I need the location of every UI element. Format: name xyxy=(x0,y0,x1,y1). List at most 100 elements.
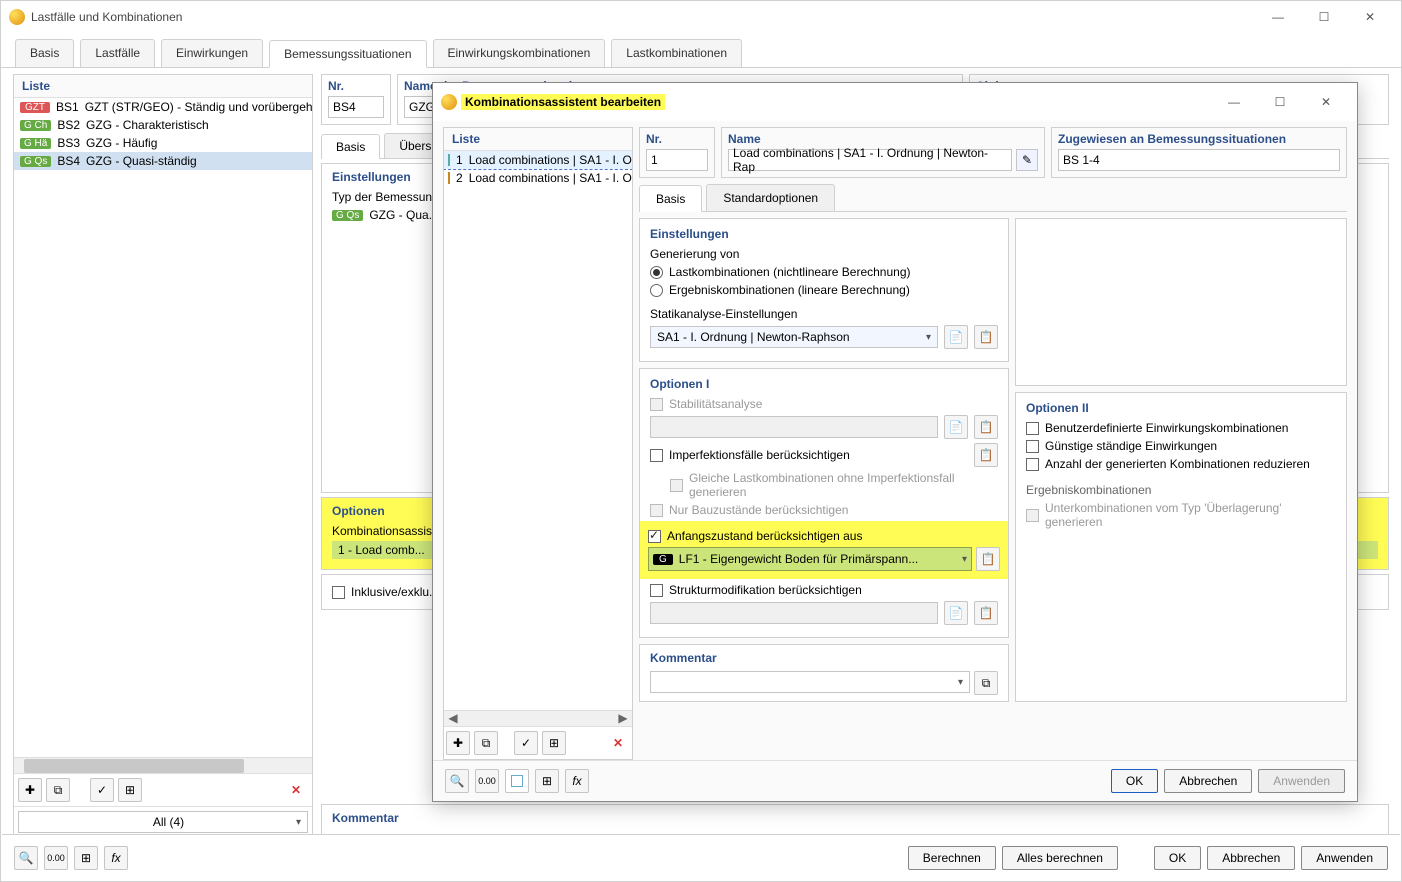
dlg-units-button[interactable]: 0.00 xyxy=(475,769,499,793)
list-h-scrollbar[interactable] xyxy=(14,757,312,773)
struktur-row[interactable]: Strukturmodifikation berücksichtigen xyxy=(650,583,998,597)
dialog-list-row-2[interactable]: 2 Load combinations | SA1 - I. Ord... xyxy=(444,169,632,187)
anzahl-row[interactable]: Anzahl der generierten Kombinationen red… xyxy=(1026,457,1336,471)
dialog-list-row-1[interactable]: 1 Load combinations | SA1 - I. Ord... xyxy=(444,151,632,169)
help-button[interactable]: 🔍 xyxy=(14,846,38,870)
dlg-fx-button[interactable]: fx xyxy=(565,769,589,793)
scroll-right-icon[interactable]: ▶ xyxy=(616,711,630,725)
abbrechen-button-main[interactable]: Abbrechen xyxy=(1207,846,1295,870)
list-row-bs2[interactable]: G Ch BS2 GZG - Charakteristisch xyxy=(14,116,312,134)
dlg-new-button[interactable]: ✚ xyxy=(446,731,470,755)
radio-ek-row[interactable]: Ergebniskombinationen (lineare Berechnun… xyxy=(650,283,998,297)
dlg-help-button[interactable]: 🔍 xyxy=(445,769,469,793)
dialog-title-bar: Kombinationsassistent bearbeiten — ☐ ✕ xyxy=(433,83,1357,121)
alles-berechnen-button[interactable]: Alles berechnen xyxy=(1002,846,1118,870)
list-row-bs3[interactable]: G Hä BS3 GZG - Häufig xyxy=(14,134,312,152)
kommentar-edit-button[interactable]: ⧉ xyxy=(974,671,998,695)
radio-ek[interactable] xyxy=(650,284,663,297)
stab-new-button[interactable]: 📄 xyxy=(944,415,968,439)
dlg-cancel-button[interactable]: Abbrechen xyxy=(1164,769,1252,793)
list-row-bs1[interactable]: GZT BS1 GZT (STR/GEO) - Ständig und vorü… xyxy=(14,98,312,116)
struktur-edit-button[interactable]: 📋 xyxy=(974,601,998,625)
ok-button-main[interactable]: OK xyxy=(1154,846,1201,870)
kommentar-combo[interactable]: ▾ xyxy=(650,671,970,693)
anzahl-checkbox[interactable] xyxy=(1026,458,1039,471)
row-text: GZG - Häufig xyxy=(86,136,157,150)
name-edit-button[interactable]: ✎ xyxy=(1016,149,1038,171)
nr-input[interactable]: BS4 xyxy=(328,96,384,118)
window-title: Lastfälle und Kombinationen xyxy=(31,10,182,24)
imperf-row[interactable]: Imperfektionsfälle berücksichtigen 📋 xyxy=(650,443,998,467)
maximize-button[interactable]: ☐ xyxy=(1301,2,1347,32)
stab-edit-button[interactable]: 📋 xyxy=(974,415,998,439)
tab-lastkombinationen[interactable]: Lastkombinationen xyxy=(611,39,742,67)
list-body[interactable]: GZT BS1 GZT (STR/GEO) - Ständig und vorü… xyxy=(14,98,312,757)
minimize-button[interactable]: — xyxy=(1255,2,1301,32)
dialog-list-scroll[interactable]: ◀ ▶ xyxy=(444,710,632,726)
dlg-struct-button-2[interactable]: ⊞ xyxy=(535,769,559,793)
close-button[interactable]: ✕ xyxy=(1347,2,1393,32)
dlg-ok-button[interactable]: OK xyxy=(1111,769,1158,793)
dlg-copy-button[interactable]: ⧉ xyxy=(474,731,498,755)
dialog-minimize-button[interactable]: — xyxy=(1211,87,1257,117)
tool-button-1[interactable]: ⊞ xyxy=(74,846,98,870)
dlg-struct-button[interactable]: ⊞ xyxy=(542,731,566,755)
dlg-tab-basis[interactable]: Basis xyxy=(639,185,702,212)
anfang-edit-button[interactable]: 📋 xyxy=(976,547,1000,571)
anfang-checkbox[interactable] xyxy=(648,530,661,543)
new-button[interactable]: ✚ xyxy=(18,778,42,802)
tab-basis[interactable]: Basis xyxy=(15,39,74,67)
dlg-nr-input[interactable]: 1 xyxy=(646,149,708,171)
berechnen-button[interactable]: Berechnen xyxy=(908,846,996,870)
tab-bemessungssituationen[interactable]: Bemessungssituationen xyxy=(269,40,426,68)
dialog-list-body[interactable]: 1 Load combinations | SA1 - I. Ord... 2 … xyxy=(444,151,632,710)
tab-einwirkungen[interactable]: Einwirkungen xyxy=(161,39,263,67)
radio-lk[interactable] xyxy=(650,266,663,279)
struktur-label: Strukturmodifikation berücksichtigen xyxy=(669,583,862,597)
dlg-apply-button[interactable]: Anwenden xyxy=(1258,769,1345,793)
statik-edit-button[interactable]: 📋 xyxy=(974,325,998,349)
edit-icon: 📋 xyxy=(979,448,994,462)
delete-button[interactable]: ✕ xyxy=(284,778,308,802)
dlg-color-button[interactable] xyxy=(505,769,529,793)
anfang-combo[interactable]: G LF1 - Eigengewicht Boden für Primärspa… xyxy=(648,547,972,571)
tab-einwirkungskombinationen[interactable]: Einwirkungskombinationen xyxy=(433,39,606,67)
tab-lastfaelle[interactable]: Lastfälle xyxy=(80,39,155,67)
dlg-check-button[interactable]: ✓ xyxy=(514,731,538,755)
scroll-left-icon[interactable]: ◀ xyxy=(446,711,460,725)
fx-icon: fx xyxy=(572,774,581,788)
dialog-maximize-button[interactable]: ☐ xyxy=(1257,87,1303,117)
check-all-button[interactable]: ✓ xyxy=(90,778,114,802)
statik-combo[interactable]: SA1 - I. Ordnung | Newton-Raphson ▾ xyxy=(650,326,938,348)
struktur-checkbox[interactable] xyxy=(650,584,663,597)
benutzer-row[interactable]: Benutzerdefinierte Einwirkungskombinatio… xyxy=(1026,421,1336,435)
dlg-tab-standard[interactable]: Standardoptionen xyxy=(706,184,835,211)
imperf-edit-button[interactable]: 📋 xyxy=(974,443,998,467)
inklusive-checkbox[interactable] xyxy=(332,586,345,599)
radio-lk-row[interactable]: Lastkombinationen (nichtlineare Berechnu… xyxy=(650,265,998,279)
units-button[interactable]: 0.00 xyxy=(44,846,68,870)
struct-icon: ⊞ xyxy=(542,774,552,788)
tool-button-2[interactable]: fx xyxy=(104,846,128,870)
anwenden-button-main[interactable]: Anwenden xyxy=(1301,846,1388,870)
scroll-thumb[interactable] xyxy=(24,759,244,773)
copy-button[interactable]: ⧉ xyxy=(46,778,70,802)
row-text: Load combinations | SA1 - I. Ord... xyxy=(469,153,632,167)
anfang-row[interactable]: Anfangszustand berücksichtigen aus xyxy=(640,529,1008,543)
filter-select[interactable]: All (4) ▾ xyxy=(18,811,308,833)
uncheck-all-button[interactable]: ⊞ xyxy=(118,778,142,802)
imperf-checkbox[interactable] xyxy=(650,449,663,462)
struktur-new-button[interactable]: 📄 xyxy=(944,601,968,625)
list-row-bs4[interactable]: G Qs BS4 GZG - Quasi-ständig xyxy=(14,152,312,170)
benutzer-checkbox[interactable] xyxy=(1026,422,1039,435)
dlg-delete-button[interactable]: ✕ xyxy=(606,731,630,755)
dialog-close-button[interactable]: ✕ xyxy=(1303,87,1349,117)
dlg-name-input[interactable]: Load combinations | SA1 - I. Ordnung | N… xyxy=(728,149,1012,171)
subtab-basis[interactable]: Basis xyxy=(321,134,380,159)
delete-icon: ✕ xyxy=(613,736,623,750)
dlg-assigned-input[interactable]: BS 1-4 xyxy=(1058,149,1340,171)
guenstig-row[interactable]: Günstige ständige Einwirkungen xyxy=(1026,439,1336,453)
gleiche-row: Gleiche Lastkombinationen ohne Imperfekt… xyxy=(670,471,998,499)
guenstig-checkbox[interactable] xyxy=(1026,440,1039,453)
statik-new-button[interactable]: 📄 xyxy=(944,325,968,349)
